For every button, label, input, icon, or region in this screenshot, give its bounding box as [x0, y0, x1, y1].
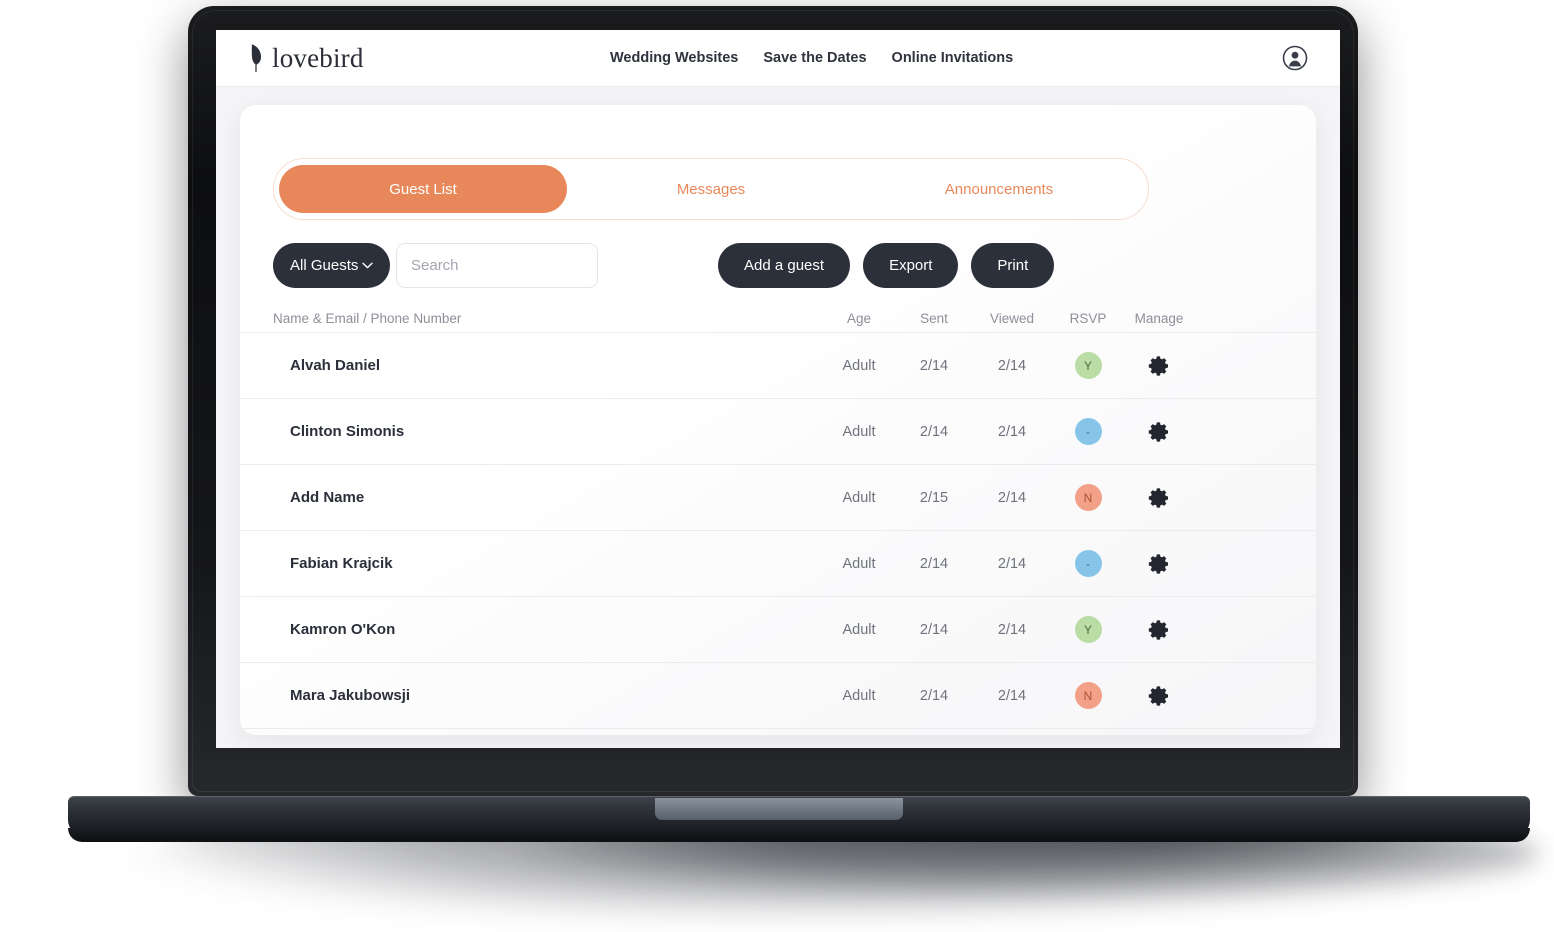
column-header-viewed: Viewed — [989, 311, 1035, 326]
guest-age: Adult — [842, 489, 876, 506]
nav-link-wedding-websites[interactable]: Wedding Websites — [610, 50, 738, 66]
guest-sent: 2/14 — [919, 621, 949, 638]
tab-announcements[interactable]: Announcements — [855, 165, 1143, 213]
rsvp-badge[interactable]: - — [1074, 418, 1102, 445]
guest-name: Mara Jakubowsji — [290, 687, 411, 704]
feather-icon — [251, 44, 262, 72]
main-nav: Wedding Websites Save the Dates Online I… — [610, 50, 1013, 66]
rsvp-badge[interactable]: N — [1074, 484, 1102, 511]
tab-messages[interactable]: Messages — [567, 165, 855, 213]
guest-name: Clinton Simonis — [290, 423, 405, 440]
brand-name: lovebird — [272, 42, 364, 73]
guest-viewed: 2/14 — [997, 423, 1027, 440]
gear-icon[interactable] — [1148, 487, 1170, 509]
table-row[interactable]: Fabian Krajcik Adult 2/14 2/14 - — [240, 531, 1316, 597]
guest-age: Adult — [842, 621, 876, 638]
action-buttons: Add a guest Export Print — [718, 243, 1055, 288]
guest-sent: 2/14 — [919, 357, 949, 374]
column-header-age: Age — [846, 311, 872, 326]
guest-viewed: 2/14 — [997, 621, 1027, 638]
tab-guest-list[interactable]: Guest List — [279, 165, 567, 213]
nav-link-online-invitations[interactable]: Online Invitations — [892, 50, 1014, 66]
column-header-name: Name & Email / Phone Number — [273, 311, 462, 326]
guest-sent: 2/14 — [919, 555, 949, 572]
guest-viewed: 2/14 — [997, 555, 1027, 572]
guest-age: Adult — [842, 423, 876, 440]
gear-icon[interactable] — [1148, 355, 1170, 377]
rsvp-badge[interactable]: Y — [1074, 616, 1102, 643]
gear-icon[interactable] — [1148, 553, 1170, 575]
laptop-screen: lovebird Wedding Websites Save the Dates… — [216, 30, 1340, 748]
guest-age: Adult — [842, 555, 876, 572]
table-row[interactable]: Mara Jakubowsji Adult 2/14 2/14 N — [240, 663, 1316, 729]
guest-filter-label: All Guests — [290, 257, 359, 274]
table-row[interactable]: Add Name Adult 2/15 2/14 N — [240, 465, 1316, 531]
add-guest-button[interactable]: Add a guest — [718, 243, 851, 288]
guest-sent: 2/15 — [919, 489, 949, 506]
rsvp-badge[interactable]: - — [1074, 550, 1102, 577]
chevron-down-icon — [362, 262, 374, 269]
user-account-icon — [1282, 45, 1308, 71]
search-box[interactable] — [396, 243, 598, 288]
guest-viewed: 2/14 — [997, 489, 1027, 506]
site-header: lovebird Wedding Websites Save the Dates… — [216, 30, 1340, 87]
brand-logo[interactable]: lovebird — [248, 43, 364, 73]
nav-link-save-the-dates[interactable]: Save the Dates — [763, 50, 866, 66]
app-page: lovebird Wedding Websites Save the Dates… — [216, 30, 1340, 748]
tab-bar: Guest List Messages Announcements — [273, 158, 1149, 220]
guest-table: Name & Email / Phone Number Age Sent Vie… — [240, 305, 1316, 729]
guest-viewed: 2/14 — [997, 357, 1027, 374]
column-header-manage: Manage — [1134, 311, 1184, 326]
rsvp-badge[interactable]: N — [1074, 682, 1102, 709]
guest-age: Adult — [842, 687, 876, 704]
guest-viewed: 2/14 — [997, 687, 1027, 704]
search-input[interactable] — [411, 257, 583, 274]
laptop-base-notch — [655, 798, 903, 820]
column-header-rsvp: RSVP — [1069, 311, 1107, 326]
guest-sent: 2/14 — [919, 423, 949, 440]
export-button[interactable]: Export — [863, 243, 959, 288]
rsvp-badge[interactable]: Y — [1074, 352, 1102, 379]
table-row[interactable]: Kamron O'Kon Adult 2/14 2/14 Y — [240, 597, 1316, 663]
guest-sent: 2/14 — [919, 687, 949, 704]
gear-icon[interactable] — [1148, 619, 1170, 641]
laptop-mockup: lovebird Wedding Websites Save the Dates… — [0, 0, 1554, 932]
table-header-row: Name & Email / Phone Number Age Sent Vie… — [240, 305, 1316, 333]
guest-name: Fabian Krajcik — [290, 555, 393, 572]
guest-name: Kamron O'Kon — [290, 621, 396, 638]
guest-name: Add Name — [290, 489, 365, 506]
toolbar: All Guests Add a guest Export Print — [273, 243, 1183, 288]
guest-filter-select[interactable]: All Guests — [273, 243, 391, 288]
account-button[interactable] — [1282, 45, 1308, 71]
laptop-base-lip — [68, 828, 1530, 842]
print-button[interactable]: Print — [971, 243, 1055, 288]
column-header-sent: Sent — [920, 311, 948, 326]
gear-icon[interactable] — [1148, 685, 1170, 707]
guest-age: Adult — [842, 357, 876, 374]
table-row[interactable]: Alvah Daniel Adult 2/14 2/14 Y — [240, 333, 1316, 399]
guest-list-card: Guest List Messages Announcements All Gu… — [240, 105, 1316, 735]
guest-name: Alvah Daniel — [290, 357, 381, 374]
table-row[interactable]: Clinton Simonis Adult 2/14 2/14 - — [240, 399, 1316, 465]
gear-icon[interactable] — [1148, 421, 1170, 443]
